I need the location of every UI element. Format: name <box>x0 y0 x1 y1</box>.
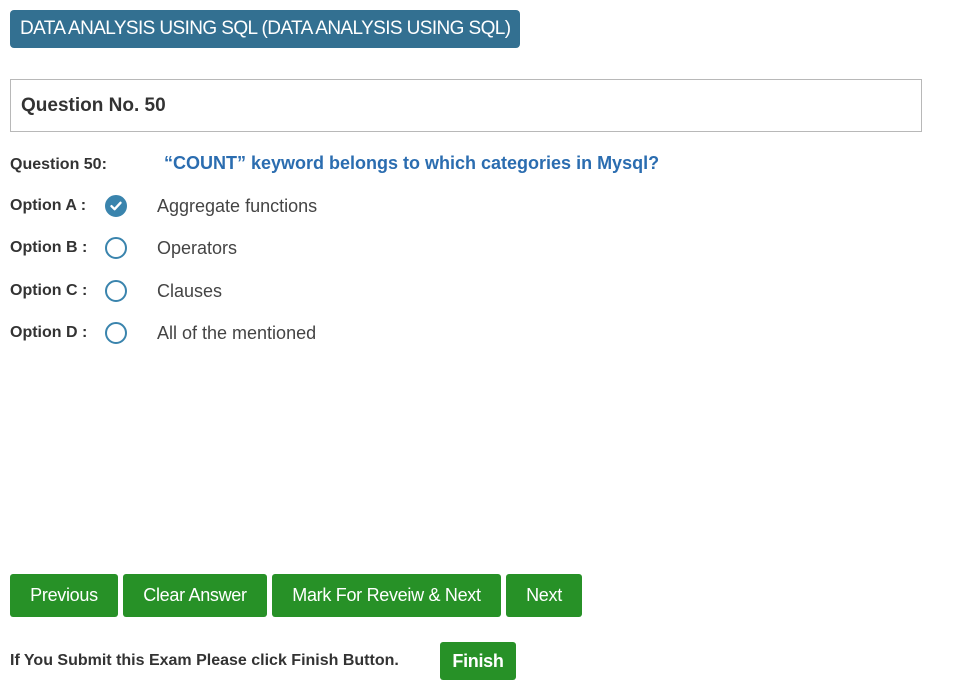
option-b-label: Option B : <box>10 239 88 256</box>
option-a[interactable]: Option A : Aggregate functions <box>10 193 317 219</box>
question-text: “COUNT” keyword belongs to which categor… <box>164 153 660 173</box>
question-number-header: Question No. 50 <box>10 79 922 132</box>
subject-title: DATA ANALYSIS USING SQL (DATA ANALYSIS U… <box>10 10 521 48</box>
option-a-radio[interactable] <box>105 195 127 217</box>
next-button[interactable]: Next <box>506 574 582 617</box>
question-label: Question 50: <box>10 156 107 173</box>
option-c-text: Clauses <box>157 280 223 301</box>
finish-button[interactable]: Finish <box>440 642 516 680</box>
option-a-label: Option A : <box>10 197 87 214</box>
option-c-label: Option C : <box>10 282 88 299</box>
clear-answer-button[interactable]: Clear Answer <box>123 574 267 617</box>
check-icon <box>110 201 122 211</box>
option-c-radio[interactable] <box>105 280 127 302</box>
option-d-label: Option D : <box>10 324 88 341</box>
question-row: Question 50: “COUNT” keyword belongs to w… <box>10 152 659 174</box>
finish-instruction: If You Submit this Exam Please click Fin… <box>10 652 399 669</box>
option-d-radio[interactable] <box>105 322 127 344</box>
option-c[interactable]: Option C : Clauses <box>10 278 222 304</box>
mark-review-next-button[interactable]: Mark For Reveiw & Next <box>272 574 501 617</box>
option-b-radio[interactable] <box>105 237 127 259</box>
option-d[interactable]: Option D : All of the mentioned <box>10 320 316 346</box>
option-a-text: Aggregate functions <box>157 195 318 216</box>
exam-page: DATA ANALYSIS USING SQL (DATA ANALYSIS U… <box>0 0 953 680</box>
previous-button[interactable]: Previous <box>10 574 118 617</box>
option-b[interactable]: Option B : Operators <box>10 235 237 261</box>
option-d-text: All of the mentioned <box>157 322 317 343</box>
option-b-text: Operators <box>157 237 238 258</box>
